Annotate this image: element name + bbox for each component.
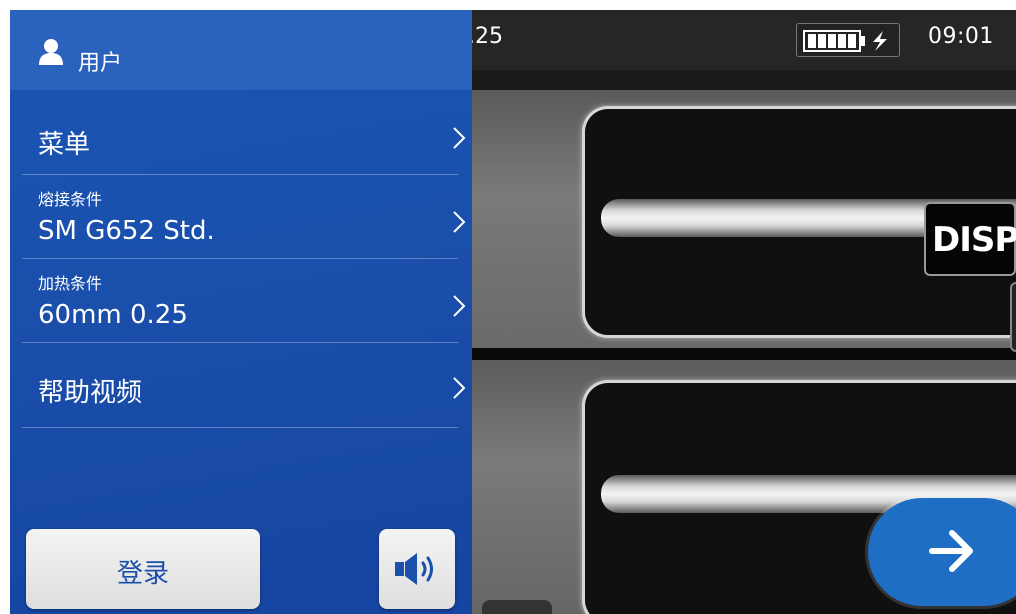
chevron-right-icon [453,377,466,399]
menu-header[interactable]: 用户 [10,10,472,90]
battery-charging-icon [796,23,900,57]
speaker-icon [395,553,433,585]
user-label: 用户 [78,51,123,76]
divider [22,174,458,175]
menu-item-menu[interactable]: 菜单 [22,102,466,175]
clock: 09:01 [928,24,994,49]
menu-item-value: 60mm 0.25 [38,300,188,330]
login-button-label: 登录 [116,559,169,589]
chevron-right-icon [453,211,466,233]
menu-item-title: 帮助视频 [38,378,143,408]
divider [22,427,458,428]
sound-button[interactable] [379,529,455,609]
heater-setting-readout: .25 [472,24,503,49]
login-button[interactable]: 登录 [26,529,260,609]
bottom-tab-handle[interactable] [482,600,552,614]
fiber-view-x: DISP [472,90,1016,348]
menu-item-caption: 加热条件 [38,274,103,293]
fiber-camera-view: .25 09:01 DISP [472,10,1016,614]
menu-item-value: SM G652 Std. [38,216,215,246]
next-button[interactable] [868,498,1016,606]
menu-item-title: 菜单 [38,130,91,160]
splicer-screen: .25 09:01 DISP [0,0,1016,614]
chevron-right-icon [453,295,466,317]
side-tab-handle[interactable] [1010,282,1016,352]
menu-item-splice-condition[interactable]: 熔接条件 SM G652 Std. [22,176,466,259]
disp-button-label: DISP [932,220,1016,260]
side-menu: 用户 菜单 熔接条件 SM G652 Std. 加热条件 60mm 0.25 帮… [10,10,472,614]
status-bar: .25 09:01 [472,10,1016,70]
menu-item-help-video[interactable]: 帮助视频 [22,344,466,428]
chevron-right-icon [453,127,466,149]
divider [22,258,458,259]
view-divider [472,348,1016,360]
menu-item-heater-condition[interactable]: 加热条件 60mm 0.25 [22,260,466,343]
divider [22,342,458,343]
arrow-right-icon [929,530,973,572]
disp-button[interactable]: DISP [924,202,1016,276]
menu-item-caption: 熔接条件 [38,190,103,209]
user-icon [39,39,63,65]
